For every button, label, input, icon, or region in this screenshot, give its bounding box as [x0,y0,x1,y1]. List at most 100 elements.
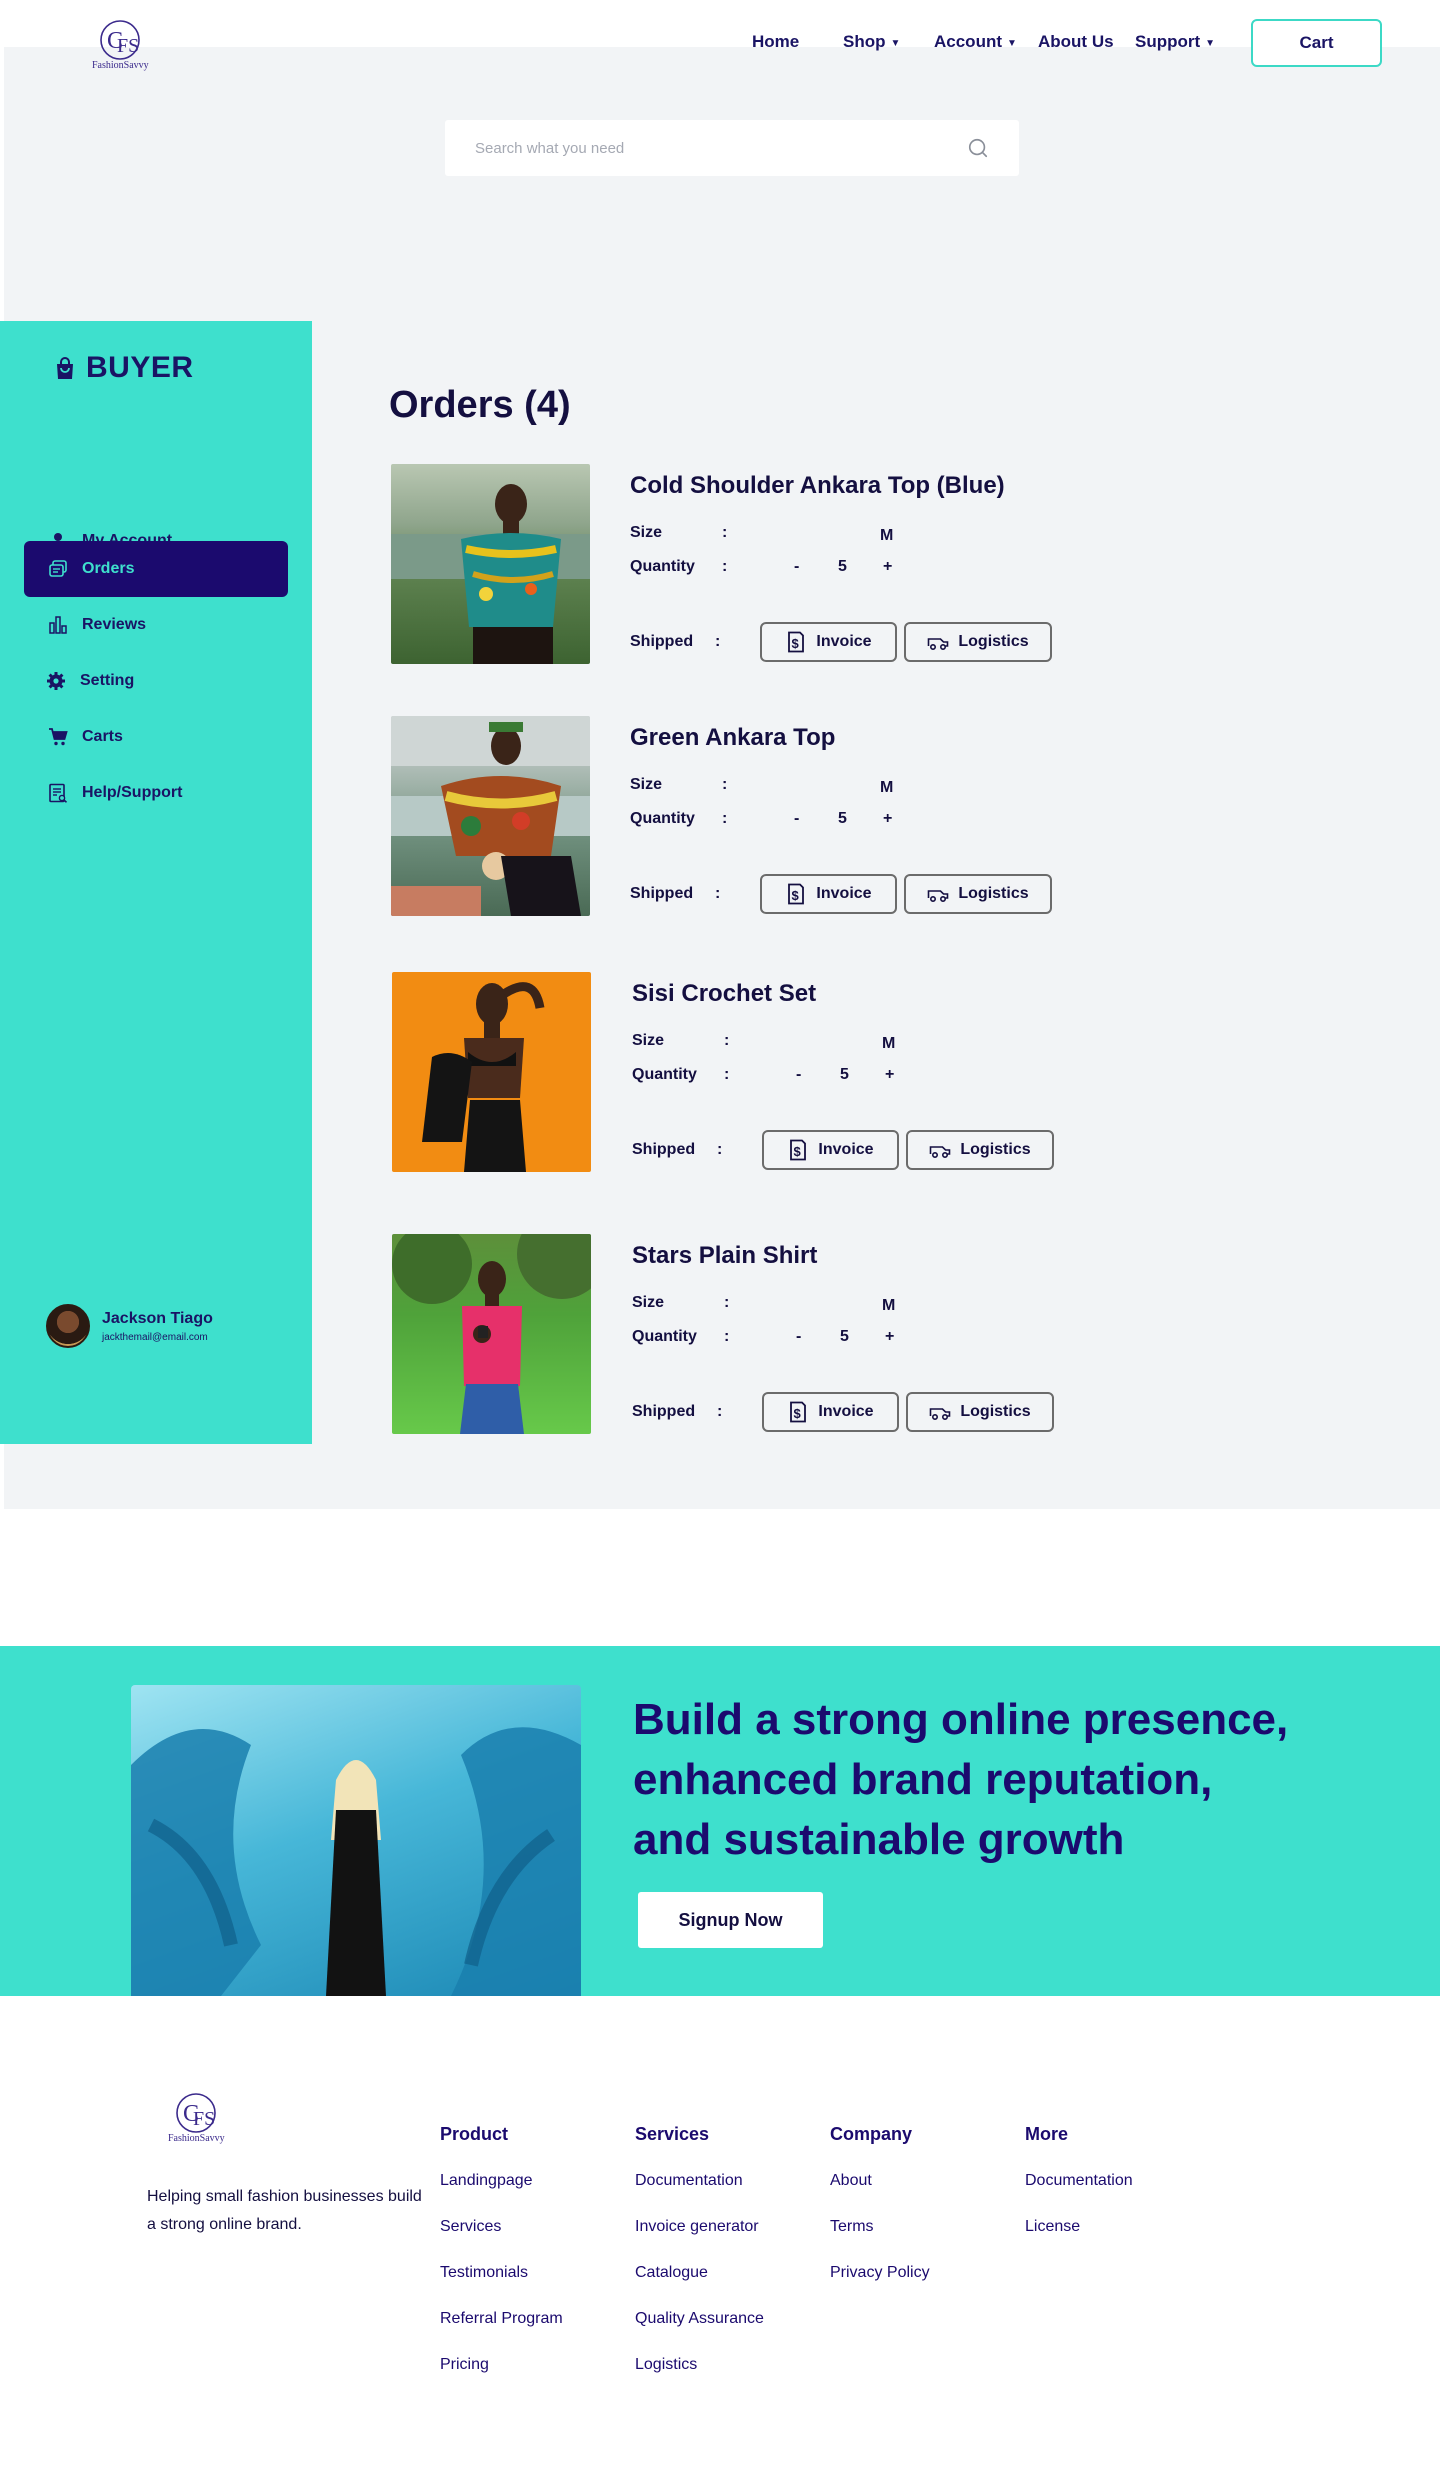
logistics-button[interactable]: Logistics [906,1392,1054,1432]
footer-link[interactable]: License [1025,2216,1133,2262]
search-icon[interactable] [967,137,989,159]
truck-icon [928,890,949,903]
footer-link[interactable]: Invoice generator [635,2216,764,2262]
nav-account-label: Account [934,32,1002,51]
logistics-button[interactable]: Logistics [904,874,1052,914]
quantity-label: Quantity [630,810,695,827]
status-label: Shipped [630,885,694,902]
footer-link[interactable]: Testimonials [440,2262,563,2308]
product-photo-illustration [391,484,590,664]
size-label: Size [632,1032,665,1049]
sidebar-item-reviews[interactable]: Reviews [24,597,288,653]
footer-link[interactable]: Terms [830,2216,930,2262]
cta-banner: Build a strong online presence, enhanced… [0,1646,1440,1996]
svg-text:$: $ [794,1406,802,1421]
sidebar-item-setting[interactable]: Setting [24,653,288,709]
quantity-increment-button[interactable]: + [885,1066,894,1084]
quantity-increment-button[interactable]: + [883,810,892,828]
invoice-label: Invoice [816,633,872,650]
shopping-bag-icon [57,357,73,379]
product-name[interactable]: Cold Shoulder Ankara Top (Blue) [630,472,1005,500]
footer-tagline: Helping small fashion businesses build a… [147,2188,422,2233]
invoice-button[interactable]: $ Invoice [760,622,897,662]
help-doc-icon [49,783,68,803]
footer-link[interactable]: Landingpage [440,2170,563,2216]
product-image[interactable] [392,1234,591,1434]
footer-link[interactable]: Pricing [440,2354,563,2400]
header-logo[interactable]: C FS FashionSavvy [92,18,149,71]
product-image[interactable] [391,464,590,664]
size-value: M [882,1297,896,1314]
svg-text:$: $ [794,1144,802,1159]
gear-icon [47,672,65,690]
footer-link[interactable]: Documentation [1025,2170,1133,2216]
avatar [46,1304,90,1348]
footer-link[interactable]: About [830,2170,930,2216]
banner-photo-illustration [131,1727,581,1996]
cart-button[interactable]: Cart [1251,19,1382,67]
quantity-label: Quantity [632,1066,697,1083]
footer-column-company: Company About Terms Privacy Policy [830,2124,930,2308]
footer-link[interactable]: Documentation [635,2170,764,2216]
product-image[interactable] [392,972,591,1172]
quantity-colon: : [722,558,728,575]
status-label: Shipped [632,1141,696,1158]
signup-button[interactable]: Signup Now [638,1892,823,1948]
quantity-decrement-button[interactable]: - [794,810,799,828]
product-name[interactable]: Green Ankara Top [630,724,835,752]
footer-link[interactable]: Privacy Policy [830,2262,930,2308]
footer-link[interactable]: Quality Assurance [635,2308,764,2354]
footer-link[interactable]: Services [440,2216,563,2262]
footer-column-services: Services Documentation Invoice generator… [635,2124,764,2400]
nav-shop[interactable]: Shop ▼ [843,32,900,52]
svg-text:FS: FS [117,35,139,57]
quantity-increment-button[interactable]: + [883,558,892,576]
footer-link[interactable]: Referral Program [440,2308,563,2354]
sidebar-item-label: Orders [82,560,135,577]
quantity-decrement-button[interactable]: - [796,1066,801,1084]
search-input[interactable] [475,139,967,157]
sidebar-item-orders[interactable]: Orders [24,541,288,597]
nav-home[interactable]: Home [752,32,799,52]
sidebar-item-help-support[interactable]: Help/Support [24,765,288,821]
product-name[interactable]: Stars Plain Shirt [632,1242,817,1270]
sidebar-role-label: BUYER [86,351,194,384]
invoice-label: Invoice [818,1403,874,1420]
footer-logo[interactable]: C FS FashionSavvy [168,2091,225,2144]
quantity-colon: : [722,810,728,827]
quantity-decrement-button[interactable]: - [796,1328,801,1346]
invoice-icon: $ [790,1139,807,1161]
banner-headline: Build a strong online presence, enhanced… [633,1690,1333,1870]
user-profile[interactable]: Jackson Tiago jackthemail@email.com [46,1304,213,1348]
invoice-button[interactable]: $ Invoice [762,1130,899,1170]
quantity-decrement-button[interactable]: - [794,558,799,576]
quantity-value: 5 [838,558,847,575]
quantity-increment-button[interactable]: + [885,1328,894,1346]
footer-link[interactable]: Logistics [635,2354,764,2400]
footer-column-title: More [1025,2124,1069,2144]
product-image[interactable] [391,716,590,916]
svg-text:$: $ [792,888,800,903]
footer-column-title: Company [830,2124,913,2144]
invoice-button[interactable]: $ Invoice [760,874,897,914]
invoice-button[interactable]: $ Invoice [762,1392,899,1432]
footer-column-more: More Documentation License [1025,2124,1133,2262]
nav-account[interactable]: Account ▼ [934,32,1017,52]
invoice-label: Invoice [816,885,872,902]
product-name[interactable]: Sisi Crochet Set [632,980,816,1008]
logistics-label: Logistics [960,1403,1031,1420]
cart-icon [49,728,68,746]
logistics-button[interactable]: Logistics [904,622,1052,662]
sidebar-item-label: Reviews [82,616,147,633]
nav-support[interactable]: Support ▼ [1135,32,1215,52]
footer-link[interactable]: Catalogue [635,2262,764,2308]
sidebar-item-carts[interactable]: Carts [24,709,288,765]
logistics-button[interactable]: Logistics [906,1130,1054,1170]
banner-headline-line2: enhanced brand reputation, [633,1755,1213,1804]
page-title: Orders (4) [389,384,571,426]
product-photo-illustration [391,716,590,916]
buyer-sidebar: BUYER My Account Orders Reviews Setting … [0,321,312,1444]
quantity-value: 5 [838,810,847,827]
nav-about[interactable]: About Us [1038,32,1114,52]
size-value: M [880,779,894,796]
